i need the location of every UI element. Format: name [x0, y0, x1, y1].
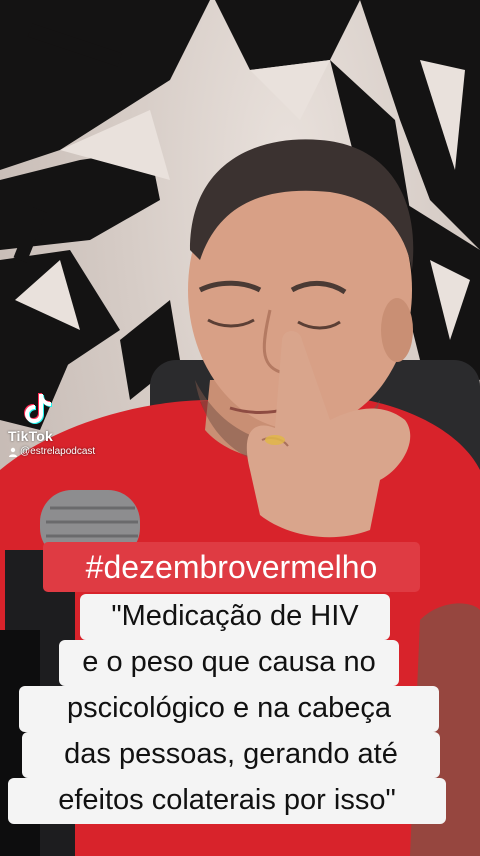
video-frame[interactable]: TikTok @estrelapodcast #dezembrovermelho… — [0, 0, 480, 856]
user-icon — [9, 447, 17, 457]
quote-line: das pessoas, gerando até — [22, 732, 440, 778]
tiktok-brand-text: TikTok — [8, 428, 54, 444]
quote-line: efeitos colaterais por isso" — [8, 778, 446, 824]
tiktok-watermark: TikTok @estrelapodcast — [8, 392, 128, 464]
tiktok-note-icon — [24, 393, 52, 424]
quote-line: e o peso que causa no — [59, 640, 399, 686]
quote-line: "Medicação de HIV — [80, 594, 390, 640]
creator-username-text: @estrelapodcast — [20, 446, 96, 457]
creator-username[interactable]: @estrelapodcast — [8, 446, 95, 457]
quote-line: pscicológico e na cabeça — [19, 686, 439, 732]
hashtag-caption: #dezembrovermelho — [43, 542, 420, 592]
